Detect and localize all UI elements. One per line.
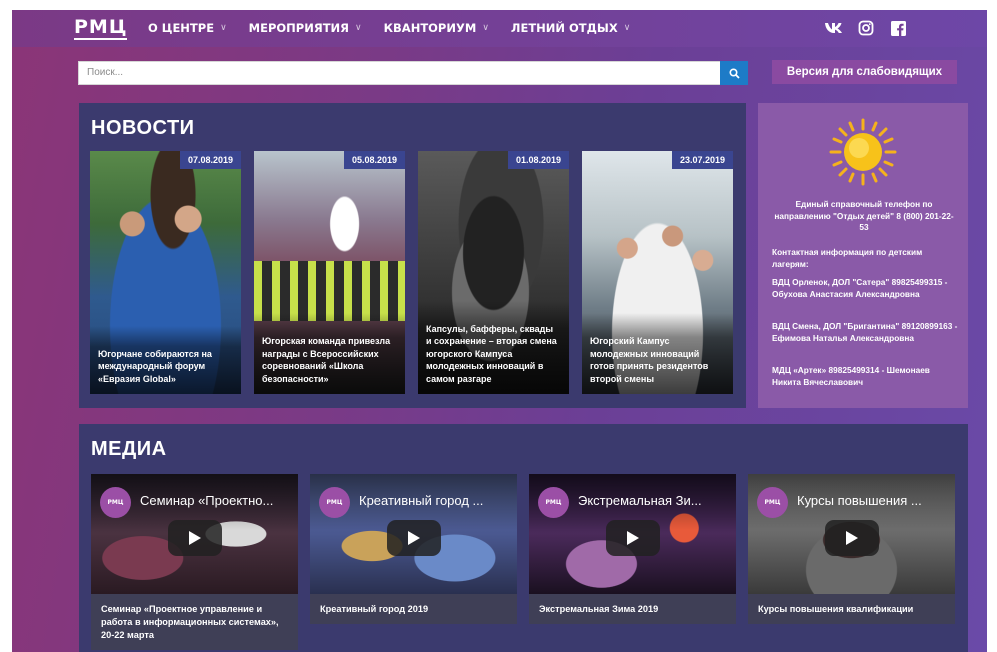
vk-icon[interactable] — [824, 19, 844, 37]
news-card[interactable]: 23.07.2019 Югорский Кампус молодежных ин… — [582, 151, 733, 394]
news-section: НОВОСТИ 07.08.2019 Югорчане собираются н… — [79, 103, 746, 408]
site-logo[interactable]: РМЦ — [74, 17, 128, 40]
contact-item: ВДЦ Орленок, ДОЛ "Сатера" 89825499315 - … — [772, 277, 948, 299]
chevron-down-icon: ∨ — [623, 23, 631, 33]
news-caption: Югорский Кампус молодежных инноваций гот… — [582, 313, 733, 394]
social-links — [824, 19, 920, 37]
video-title[interactable]: Курсы повышения ... — [797, 493, 949, 508]
menu-item-quantorium[interactable]: КВАНТОРИУМ ∨ — [384, 21, 489, 35]
chevron-down-icon: ∨ — [220, 23, 227, 33]
accessibility-version-button[interactable]: Версия для слабовидящих — [772, 60, 957, 84]
play-button[interactable] — [825, 520, 879, 556]
channel-logo[interactable]: РМЦ — [757, 487, 788, 518]
sun-icon — [829, 118, 897, 186]
video-card[interactable]: РМЦ Экстремальная Зи... Экстремальная Зи… — [529, 474, 736, 624]
chevron-down-icon: ∨ — [355, 23, 362, 33]
media-title: МЕДИА — [91, 438, 167, 460]
menu-item-about[interactable]: О ЦЕНТРЕ ∨ — [148, 21, 227, 35]
news-date: 23.07.2019 — [671, 151, 733, 169]
video-card[interactable]: РМЦ Курсы повышения ... Курсы повышения … — [748, 474, 955, 624]
top-navigation: РМЦ О ЦЕНТРЕ ∨ МЕРОПРИЯТИЯ ∨ КВАНТОРИУМ … — [12, 10, 987, 47]
news-date: 05.08.2019 — [343, 151, 405, 169]
menu-item-label: ЛЕТНИЙ ОТДЫХ — [510, 21, 618, 35]
news-title: НОВОСТИ — [91, 117, 195, 139]
search-button[interactable] — [720, 61, 748, 85]
video-caption[interactable]: Креативный город 2019 — [310, 594, 517, 624]
play-button[interactable] — [606, 520, 660, 556]
channel-logo[interactable]: РМЦ — [100, 487, 131, 518]
news-caption: Югорчане собираются на международный фор… — [90, 325, 241, 394]
video-thumbnail[interactable]: РМЦ Курсы повышения ... — [748, 474, 955, 594]
news-caption: Югорская команда привезла награды с Всер… — [254, 313, 405, 394]
play-icon — [189, 531, 201, 545]
video-thumbnail[interactable]: РМЦ Креативный город ... — [310, 474, 517, 594]
news-card[interactable]: 05.08.2019 Югорская команда привезла наг… — [254, 151, 405, 394]
info-panel: Единый справочный телефон по направлению… — [758, 103, 968, 408]
video-caption[interactable]: Экстремальная Зима 2019 — [529, 594, 736, 624]
menu-item-events[interactable]: МЕРОПРИЯТИЯ ∨ — [249, 21, 362, 35]
contacts-heading: Контактная информация по детским лагерям… — [772, 247, 923, 269]
video-thumbnail[interactable]: РМЦ Семинар «Проектно... — [91, 474, 298, 594]
menu-item-label: О ЦЕНТРЕ — [148, 21, 215, 35]
play-button[interactable] — [387, 520, 441, 556]
search-input[interactable]: Поиск... — [78, 61, 721, 85]
play-icon — [408, 531, 420, 545]
video-card[interactable]: РМЦ Семинар «Проектно... Семинар «Проект… — [91, 474, 298, 650]
main-menu: О ЦЕНТРЕ ∨ МЕРОПРИЯТИЯ ∨ КВАНТОРИУМ ∨ ЛЕ… — [148, 21, 652, 35]
search-placeholder: Поиск... — [87, 67, 124, 78]
menu-item-label: КВАНТОРИУМ — [383, 21, 477, 35]
contact-item: ВДЦ Смена, ДОЛ "Бригантина" 89120899163 … — [772, 321, 958, 343]
news-card[interactable]: 07.08.2019 Югорчане собираются на междун… — [90, 151, 241, 394]
contact-item: МДЦ «Артек» 89825499314 - Шемонаев Никит… — [772, 365, 930, 387]
news-date: 07.08.2019 — [179, 151, 241, 169]
chevron-down-icon: ∨ — [482, 23, 489, 33]
video-title[interactable]: Креативный город ... — [359, 493, 511, 508]
channel-logo[interactable]: РМЦ — [538, 487, 569, 518]
menu-item-label: МЕРОПРИЯТИЯ — [248, 21, 350, 35]
news-caption: Капсулы, бафферы, сквады и сохранение – … — [418, 300, 569, 394]
play-button[interactable] — [168, 520, 222, 556]
video-caption[interactable]: Семинар «Проектное управление и работа в… — [91, 594, 298, 650]
media-section: МЕДИА РМЦ Семинар «Проектно... Семинар «… — [79, 424, 968, 652]
news-card[interactable]: 01.08.2019 Капсулы, бафферы, сквады и со… — [418, 151, 569, 394]
news-date: 01.08.2019 — [507, 151, 569, 169]
channel-logo[interactable]: РМЦ — [319, 487, 350, 518]
menu-item-summer-rest[interactable]: ЛЕТНИЙ ОТДЫХ ∨ — [511, 21, 630, 35]
search-icon — [728, 67, 740, 79]
facebook-icon[interactable] — [888, 19, 908, 37]
play-icon — [846, 531, 858, 545]
video-title[interactable]: Семинар «Проектно... — [140, 493, 292, 508]
video-thumbnail[interactable]: РМЦ Экстремальная Зи... — [529, 474, 736, 594]
hotline-text: Единый справочный телефон по направлению… — [774, 199, 954, 232]
video-card[interactable]: РМЦ Креативный город ... Креативный горо… — [310, 474, 517, 624]
page: РМЦ О ЦЕНТРЕ ∨ МЕРОПРИЯТИЯ ∨ КВАНТОРИУМ … — [12, 10, 987, 652]
instagram-icon[interactable] — [856, 19, 876, 37]
video-title[interactable]: Экстремальная Зи... — [578, 493, 730, 508]
video-caption[interactable]: Курсы повышения квалификации — [748, 594, 955, 624]
play-icon — [627, 531, 639, 545]
